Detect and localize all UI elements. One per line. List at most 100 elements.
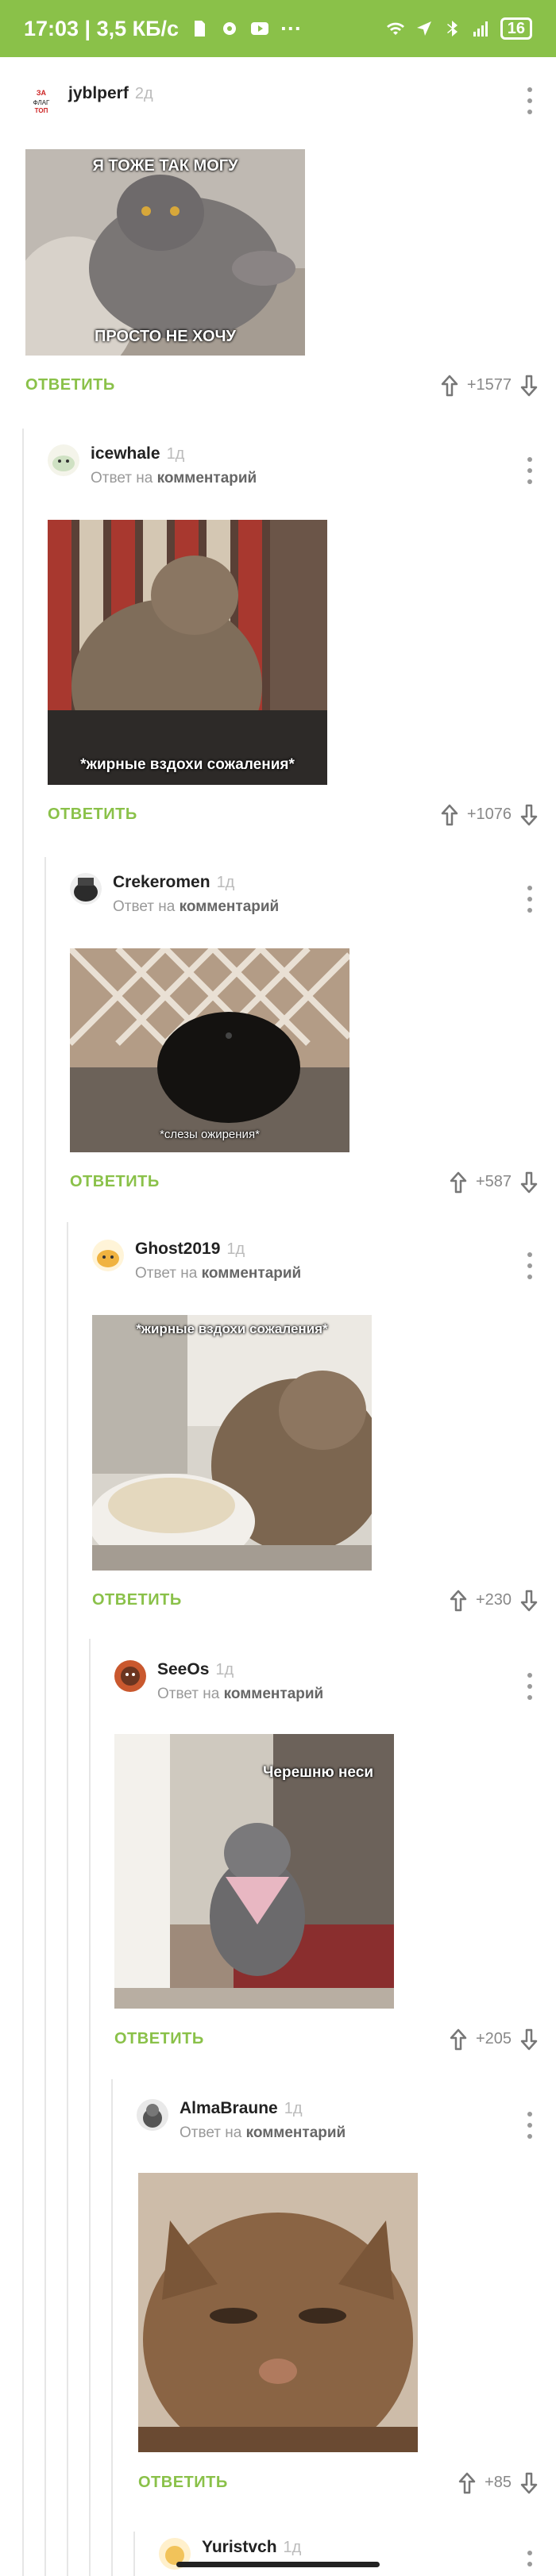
- svg-text:ТОП: ТОП: [35, 107, 48, 114]
- image-bottom-text: ПРОСТО НЕ ХОЧУ: [95, 328, 236, 345]
- reply-to-prefix: Ответ на: [135, 1265, 198, 1282]
- avatar[interactable]: [70, 873, 102, 905]
- home-indicator[interactable]: [176, 2562, 380, 2567]
- reply-to: Ответ на комментарий: [180, 2124, 346, 2142]
- comment-menu-button[interactable]: [526, 886, 534, 913]
- reply-to-link[interactable]: комментарий: [180, 898, 280, 915]
- comment-image[interactable]: *слезы ожирения*: [70, 948, 349, 1152]
- upvote-arrow-icon[interactable]: [449, 2028, 468, 2051]
- vote-controls: +1577: [440, 375, 539, 397]
- reply-to: Ответ на комментарий: [113, 898, 279, 916]
- comment-menu-button[interactable]: [526, 457, 534, 484]
- gear-icon: [223, 22, 237, 35]
- comment-age: 1д: [166, 445, 185, 463]
- avatar[interactable]: [48, 444, 79, 476]
- sd-card-icon: [195, 21, 206, 37]
- avatar[interactable]: [137, 2099, 168, 2131]
- image-top-text: Черешню неси: [263, 1764, 373, 1781]
- reply-to-link[interactable]: комментарий: [157, 470, 257, 486]
- black-rat-image: [70, 948, 349, 1152]
- reply-button[interactable]: ОТВЕТИТЬ: [48, 805, 137, 824]
- downvote-arrow-icon[interactable]: [519, 375, 539, 397]
- reply-button[interactable]: ОТВЕТИТЬ: [70, 1173, 160, 1191]
- comment-menu-button[interactable]: [526, 2112, 534, 2139]
- comment-footer: ОТВЕТИТЬ +230: [92, 1590, 556, 1612]
- thread-line: [133, 2532, 135, 2576]
- youtube-icon: [251, 22, 269, 35]
- downvote-arrow-icon[interactable]: [519, 1171, 539, 1194]
- comment-rating: +205: [475, 2030, 512, 2047]
- reply-to-prefix: Ответ на: [157, 1686, 220, 1702]
- comment-image[interactable]: *жирные вздохи сожаления*: [48, 520, 327, 785]
- downvote-arrow-icon[interactable]: [519, 2472, 539, 2494]
- comment-age: 1д: [216, 874, 235, 891]
- svg-text:ФЛАГ: ФЛАГ: [33, 99, 50, 106]
- comment-author[interactable]: jyblperf: [68, 84, 129, 102]
- signal-icon: [473, 21, 488, 37]
- reply-button[interactable]: ОТВЕТИТЬ: [25, 376, 115, 394]
- upvote-arrow-icon[interactable]: [449, 1590, 468, 1612]
- reply-to-link[interactable]: комментарий: [224, 1686, 324, 1702]
- comment-author[interactable]: AlmaBraune: [180, 2099, 278, 2117]
- comment-age: 1д: [215, 1661, 234, 1678]
- tabby-cat-face-image: [138, 2173, 418, 2452]
- comment-menu-button[interactable]: [526, 1673, 534, 1700]
- upvote-arrow-icon[interactable]: [440, 375, 459, 397]
- reply-button[interactable]: ОТВЕТИТЬ: [92, 1591, 182, 1609]
- more-notifications: ···: [280, 16, 303, 40]
- avatar[interactable]: [114, 1660, 146, 1692]
- downvote-arrow-icon[interactable]: [519, 804, 539, 826]
- image-bottom-text: *слезы ожирения*: [160, 1128, 260, 1141]
- bluetooth-icon: [446, 21, 458, 37]
- status-bar: 17:03 | 3,5 КБ/с ··· 16: [0, 0, 556, 57]
- comment-menu-button[interactable]: [526, 87, 534, 114]
- comment-author[interactable]: Ghost2019: [135, 1240, 220, 1258]
- reply-to-prefix: Ответ на: [113, 898, 176, 915]
- comment-footer: ОТВЕТИТЬ +587: [70, 1171, 556, 1194]
- thread-line: [111, 2079, 113, 2576]
- comment-header: ЗА ФЛАГ ТОП jyblperf 2д: [25, 84, 153, 116]
- image-top-text: *жирные вздохи сожаления*: [136, 1321, 328, 1336]
- downvote-arrow-icon[interactable]: [519, 1590, 539, 1612]
- avatar[interactable]: ЗА ФЛАГ ТОП: [25, 84, 57, 116]
- thread-line: [22, 429, 24, 2576]
- thread-line: [44, 857, 46, 2576]
- upvote-arrow-icon[interactable]: [449, 1171, 468, 1194]
- comment-age: 2д: [134, 85, 153, 102]
- fluffy-cat-image: [25, 149, 305, 356]
- upvote-arrow-icon[interactable]: [458, 2472, 477, 2494]
- thread-line: [89, 1639, 91, 2576]
- comment-author[interactable]: Crekeromen: [113, 873, 210, 891]
- upvote-arrow-icon[interactable]: [440, 804, 459, 826]
- comment-rating: +230: [475, 1591, 512, 1609]
- comment-rating: +1076: [466, 805, 512, 823]
- comment-menu-button[interactable]: [526, 1252, 534, 1279]
- comment-menu-button[interactable]: [526, 2551, 534, 2566]
- battery-icon: 16: [500, 17, 532, 40]
- comment-age: 1д: [226, 1240, 245, 1258]
- comment-image[interactable]: *жирные вздохи сожаления*: [92, 1315, 372, 1571]
- downvote-arrow-icon[interactable]: [519, 2028, 539, 2051]
- vote-controls: +587: [449, 1171, 539, 1194]
- comment-image[interactable]: Черешню неси: [114, 1734, 394, 2009]
- comment-footer: ОТВЕТИТЬ +1577: [25, 375, 556, 397]
- fat-cat-on-chair-image: [48, 520, 327, 785]
- comment-author[interactable]: Yuristvch: [202, 2538, 277, 2556]
- image-top-text: Я ТОЖЕ ТАК МОГУ: [92, 157, 238, 175]
- comment-author[interactable]: SeeOs: [157, 1660, 209, 1678]
- reply-to: Ответ на комментарий: [91, 470, 257, 487]
- image-bottom-text: *жирные вздохи сожаления*: [80, 756, 295, 773]
- vote-controls: +85: [458, 2472, 539, 2494]
- reply-to-link[interactable]: комментарий: [246, 2124, 346, 2141]
- reply-button[interactable]: ОТВЕТИТЬ: [114, 2030, 204, 2048]
- avatar[interactable]: [92, 1240, 124, 1271]
- comment-rating: +85: [485, 2474, 512, 2491]
- reply-to-link[interactable]: комментарий: [202, 1265, 302, 1282]
- vote-controls: +230: [449, 1590, 539, 1612]
- svg-text:ЗА: ЗА: [37, 89, 47, 97]
- cat-with-dumplings-image: [92, 1315, 372, 1571]
- comment-image[interactable]: Я ТОЖЕ ТАК МОГУ ПРОСТО НЕ ХОЧУ: [25, 149, 305, 356]
- comment-author[interactable]: icewhale: [91, 444, 160, 463]
- reply-button[interactable]: ОТВЕТИТЬ: [138, 2474, 228, 2492]
- comment-image[interactable]: [138, 2173, 418, 2452]
